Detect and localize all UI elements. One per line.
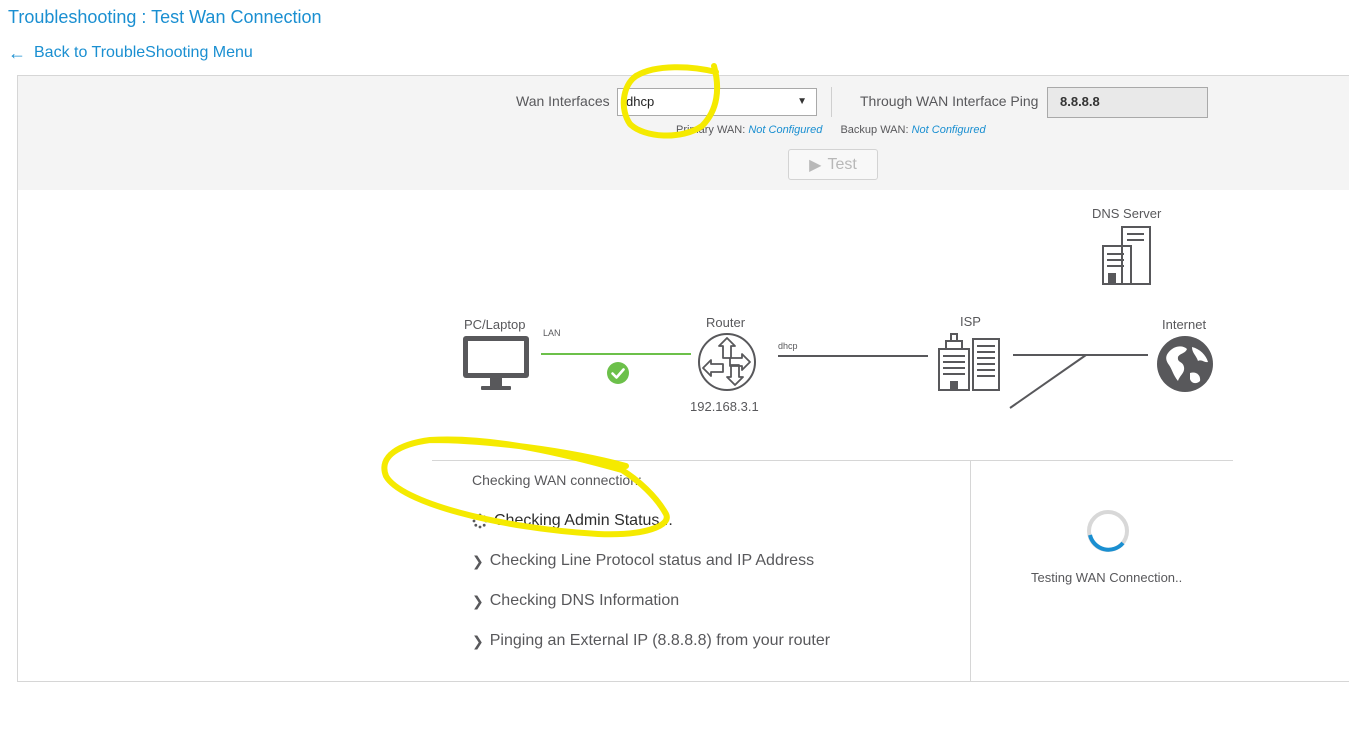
backup-wan-value: Not Configured bbox=[911, 124, 986, 136]
loading-spinner-icon bbox=[1087, 510, 1129, 552]
results-column-divider bbox=[970, 461, 971, 682]
back-link[interactable]: ← Back to TroubleShooting Menu bbox=[8, 44, 253, 62]
monitor-icon bbox=[463, 336, 529, 390]
dns-server-label: DNS Server bbox=[1092, 206, 1162, 221]
test-button-label: Test bbox=[827, 155, 857, 173]
step-label: Checking Admin Status .. bbox=[494, 512, 673, 529]
play-icon: ▶ bbox=[809, 156, 822, 174]
ping-ip-input[interactable]: 8.8.8.8 bbox=[1047, 87, 1208, 118]
ping-label: Through WAN Interface Ping bbox=[860, 93, 1039, 109]
router-label: Router bbox=[706, 315, 746, 330]
test-button[interactable]: ▶ Test bbox=[788, 149, 878, 180]
router-icon bbox=[698, 333, 756, 391]
chevron-right-icon: ❯ bbox=[472, 592, 484, 609]
step-admin-status: Checking Admin Status .. bbox=[472, 512, 673, 530]
loading-dots-icon bbox=[472, 513, 488, 529]
lan-label: LAN bbox=[543, 328, 561, 338]
dns-server-icon bbox=[1102, 226, 1151, 285]
internet-label: Internet bbox=[1162, 317, 1207, 332]
step-dns-info: ❯ Checking DNS Information bbox=[472, 592, 679, 610]
wan-interfaces-value: dhcp bbox=[626, 94, 655, 109]
primary-wan-value: Not Configured bbox=[748, 124, 823, 136]
isp-label: ISP bbox=[960, 314, 981, 329]
checking-title: Checking WAN connection: bbox=[472, 472, 642, 488]
chevron-right-icon: ❯ bbox=[472, 632, 484, 649]
step-external-ping: ❯ Pinging an External IP (8.8.8.8) from … bbox=[472, 632, 830, 650]
check-circle-icon bbox=[607, 362, 629, 384]
lan-link-line bbox=[541, 353, 691, 355]
wan-link-label: dhcp bbox=[778, 341, 798, 351]
internet-link-line bbox=[1013, 354, 1148, 356]
step-line-protocol: ❯ Checking Line Protocol status and IP A… bbox=[472, 552, 814, 570]
back-arrow-icon: ← bbox=[8, 43, 26, 63]
primary-wan-label: Primary WAN: bbox=[676, 124, 746, 136]
wan-link-line bbox=[778, 355, 928, 357]
step-label: Checking DNS Information bbox=[489, 592, 680, 609]
chevron-right-icon: ❯ bbox=[472, 552, 484, 569]
toolbar-divider bbox=[831, 87, 832, 117]
globe-icon bbox=[1157, 336, 1213, 392]
toolbar: Wan Interfaces dhcp ▼ Through WAN Interf… bbox=[18, 76, 1349, 190]
step-label: Pinging an External IP (8.8.8.8) from yo… bbox=[489, 632, 831, 649]
isp-building-icon bbox=[938, 333, 1000, 391]
router-ip: 192.168.3.1 bbox=[690, 399, 759, 414]
backup-wan-label: Backup WAN: bbox=[840, 124, 909, 136]
wan-interfaces-select[interactable]: dhcp ▼ bbox=[617, 88, 817, 116]
caret-down-icon: ▼ bbox=[797, 96, 807, 107]
test-panel: Wan Interfaces dhcp ▼ Through WAN Interf… bbox=[17, 75, 1349, 682]
network-diagram: PC/Laptop LAN Router 192.168.3.1 dhcp IS… bbox=[18, 190, 1349, 460]
pc-label: PC/Laptop bbox=[464, 317, 526, 332]
step-label: Checking Line Protocol status and IP Add… bbox=[489, 552, 815, 569]
dns-link-line bbox=[1009, 354, 1087, 409]
wan-info: Primary WAN: Not Configured Backup WAN: … bbox=[676, 124, 986, 136]
page-title: Troubleshooting : Test Wan Connection bbox=[8, 7, 322, 27]
testing-status-text: Testing WAN Connection.. bbox=[1031, 570, 1183, 585]
wan-interfaces-label: Wan Interfaces bbox=[516, 93, 610, 109]
back-link-label: Back to TroubleShooting Menu bbox=[34, 44, 253, 61]
results-divider bbox=[432, 460, 1233, 461]
